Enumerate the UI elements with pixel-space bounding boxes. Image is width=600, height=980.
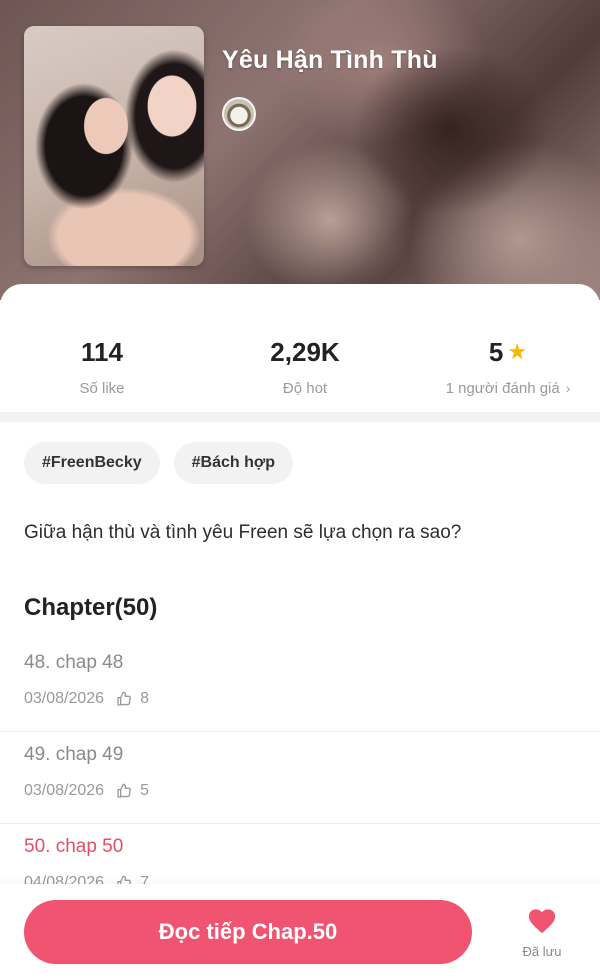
story-description: Giữa hận thù và tình yêu Freen sẽ lựa ch… bbox=[24, 522, 462, 543]
chapter-title: 48. chap 48 bbox=[24, 652, 124, 673]
heart-icon bbox=[528, 909, 556, 934]
star-icon: ★ bbox=[507, 339, 528, 364]
stat-rating[interactable]: 5 ★ 1 người đánh giá › bbox=[408, 336, 600, 397]
author-avatar[interactable] bbox=[222, 97, 256, 131]
rating-value: 5 bbox=[488, 337, 504, 367]
bottom-action-bar: Đọc tiếp Chap.50 Đã lưu bbox=[0, 884, 600, 980]
thumbs-up-icon bbox=[117, 783, 132, 798]
likes-label: Số like bbox=[79, 380, 125, 397]
stat-likes: 114 Số like bbox=[2, 336, 202, 397]
chapter-meta: 03/08/2026 8 bbox=[24, 690, 149, 708]
chapter-date: 03/08/2026 bbox=[24, 690, 105, 707]
chevron-right-icon: › bbox=[565, 380, 571, 396]
rating-count-row[interactable]: 1 người đánh giá › bbox=[408, 380, 600, 397]
chapter-title: 50. chap 50 bbox=[24, 836, 124, 857]
tag-freenbecky[interactable]: #FreenBecky bbox=[24, 442, 160, 484]
chapter-list: 48. chap 48 03/08/2026 8 49. chap 49 03/… bbox=[0, 640, 600, 916]
stat-hot: 2,29K Độ hot bbox=[205, 336, 405, 397]
tag-list: #FreenBecky #Bách hợp bbox=[24, 442, 294, 484]
chapter-date: 03/08/2026 bbox=[24, 782, 105, 799]
section-divider bbox=[0, 412, 600, 422]
chapter-row[interactable]: 48. chap 48 03/08/2026 8 bbox=[0, 640, 600, 732]
chapter-like-count: 8 bbox=[140, 690, 149, 707]
story-cover-image[interactable] bbox=[24, 26, 204, 266]
stats-bar: 114 Số like 2,29K Độ hot 5 ★ 1 người đánh… bbox=[0, 284, 600, 412]
tag-bach-hop[interactable]: #Bách hợp bbox=[173, 442, 294, 484]
chapter-meta: 03/08/2026 5 bbox=[24, 782, 149, 800]
saved-label: Đã lưu bbox=[522, 944, 562, 959]
thumbs-up-icon bbox=[117, 691, 132, 706]
continue-reading-button[interactable]: Đọc tiếp Chap.50 bbox=[24, 900, 472, 964]
chapter-like-count: 5 bbox=[140, 782, 149, 799]
rating-value-row: 5 ★ bbox=[408, 336, 600, 368]
hot-label: Độ hot bbox=[282, 380, 328, 397]
story-detail-sheet: 114 Số like 2,29K Độ hot 5 ★ 1 người đánh… bbox=[0, 284, 600, 980]
saved-toggle[interactable]: Đã lưu bbox=[506, 906, 578, 959]
hot-count: 2,29K bbox=[270, 337, 340, 367]
likes-count: 114 bbox=[81, 337, 123, 367]
story-title: Yêu Hận Tình Thù bbox=[222, 46, 438, 74]
chapter-title: 49. chap 49 bbox=[24, 744, 124, 765]
rating-count-label: 1 người đánh giá bbox=[445, 380, 560, 397]
chapter-list-heading: Chapter(50) bbox=[24, 594, 158, 621]
chapter-row[interactable]: 49. chap 49 03/08/2026 5 bbox=[0, 732, 600, 824]
